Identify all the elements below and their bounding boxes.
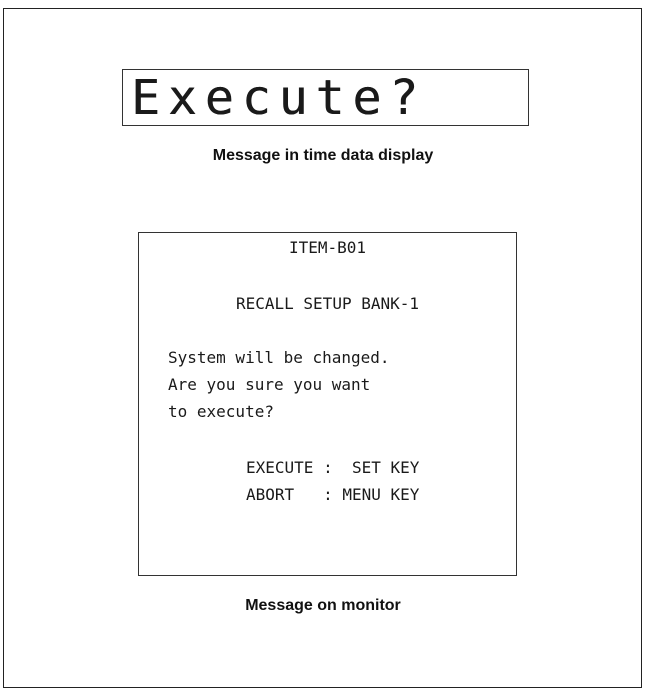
monitor-caption: Message on monitor: [245, 597, 401, 614]
monitor-screen: ITEM-B01 RECALL SETUP BANK-1 System will…: [138, 232, 517, 576]
monitor-item-code: ITEM-B01: [288, 238, 367, 257]
monitor-message-line: to execute?: [168, 402, 274, 421]
monitor-title: RECALL SETUP BANK-1: [235, 294, 420, 313]
time-data-display-text: Execute?: [131, 69, 427, 126]
monitor-execute-key-line: EXECUTE : SET KEY: [246, 458, 420, 477]
time-data-display: Execute?: [122, 69, 529, 126]
monitor-message-line: System will be changed.: [168, 348, 390, 367]
monitor-abort-key-line: ABORT : MENU KEY: [246, 485, 420, 504]
time-data-display-caption: Message in time data display: [212, 147, 434, 164]
monitor-message-line: Are you sure you want: [168, 375, 371, 394]
